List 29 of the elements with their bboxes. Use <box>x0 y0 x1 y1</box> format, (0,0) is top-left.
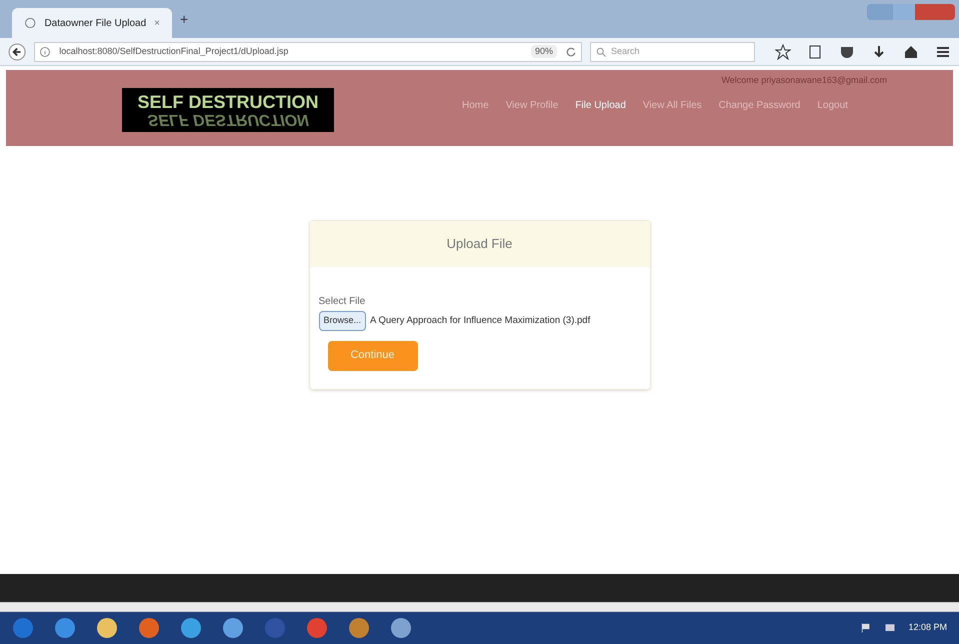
zoom-badge[interactable]: 90% <box>531 44 558 58</box>
info-icon <box>39 46 52 58</box>
clock: 12:08 PM <box>908 621 947 634</box>
nav-link[interactable]: View Profile <box>506 98 558 113</box>
close-tab-button[interactable]: × <box>154 16 160 30</box>
address-bar[interactable]: localhost:8080/SelfDestructionFinal_Project1/dUpload.jsp 90% <box>34 42 582 62</box>
continue-button[interactable]: Continue <box>328 340 418 370</box>
nav-link[interactable]: Home <box>462 98 489 113</box>
home-icon[interactable] <box>903 44 920 60</box>
search-field[interactable]: Search <box>590 42 756 62</box>
search-icon <box>595 46 608 58</box>
welcome-text: Welcome priyasonawane163@gmail.com <box>721 74 887 87</box>
back-icon[interactable] <box>8 42 26 62</box>
browse-button[interactable]: Browse... <box>318 311 366 330</box>
new-tab-button[interactable]: + <box>180 9 188 30</box>
file-input[interactable]: Browse... A Query Approach for Influence Maximization (3).pdf <box>318 311 640 330</box>
flag-icon <box>860 622 872 634</box>
horizontal-scrollbar[interactable] <box>0 602 959 612</box>
nav-link[interactable]: Change Password <box>718 98 800 113</box>
star-icon[interactable] <box>775 44 792 60</box>
nav-link[interactable]: Logout <box>817 98 848 113</box>
file-name: A Query Approach for Influence Maximization (3).pdf <box>370 314 590 328</box>
browser-tab[interactable]: Dataowner File Upload × <box>12 8 172 38</box>
field-label: Select File <box>318 295 366 309</box>
nav-link[interactable]: View All Files <box>642 98 702 113</box>
nav-link[interactable]: File Upload <box>575 98 626 113</box>
card-title: Upload File <box>446 235 512 254</box>
reload-icon[interactable] <box>565 46 578 58</box>
logo: SELF DESTRUCTION SELF DESTRUCTION <box>122 88 334 132</box>
